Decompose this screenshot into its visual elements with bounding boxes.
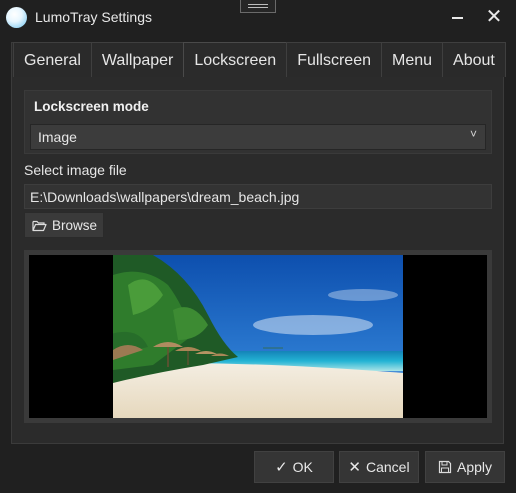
select-image-label: Select image file	[24, 162, 127, 178]
minimize-icon	[452, 17, 463, 19]
tab-lockscreen[interactable]: Lockscreen	[183, 42, 288, 78]
image-path-input[interactable]	[24, 184, 492, 209]
browse-button[interactable]: Browse	[24, 212, 104, 238]
lockscreen-mode-group: Lockscreen mode Image ˅	[24, 90, 492, 154]
image-preview-frame	[24, 250, 492, 423]
tab-menu[interactable]: Menu	[381, 42, 444, 77]
ok-button[interactable]: ✓ OK	[254, 451, 334, 483]
lockscreen-mode-heading: Lockscreen mode	[34, 99, 149, 114]
apply-label: Apply	[456, 459, 493, 475]
tab-wallpaper[interactable]: Wallpaper	[90, 42, 185, 77]
close-button[interactable]: ✕	[479, 4, 509, 30]
image-preview	[29, 255, 487, 418]
drag-handle-icon[interactable]	[240, 0, 276, 13]
lockscreen-mode-dropdown[interactable]: Image ˅	[30, 124, 486, 150]
window-title: LumoTray Settings	[35, 9, 152, 25]
ok-label: OK	[292, 459, 313, 475]
tab-about[interactable]: About	[442, 42, 506, 77]
lockscreen-mode-value: Image	[38, 129, 77, 145]
minimize-button[interactable]	[443, 4, 473, 30]
save-icon	[438, 460, 452, 474]
tab-strip: General Wallpaper Lockscreen Fullscreen …	[13, 42, 506, 78]
app-logo-icon	[6, 7, 27, 28]
close-icon: ✕	[485, 6, 503, 28]
folder-open-icon	[32, 220, 47, 231]
cancel-x-icon: ✕	[348, 459, 361, 476]
tab-general[interactable]: General	[13, 42, 92, 77]
title-bar[interactable]: LumoTray Settings ✕	[0, 0, 516, 34]
browse-label: Browse	[52, 217, 98, 233]
beach-preview-image	[113, 255, 403, 418]
chevron-down-icon: ˅	[469, 127, 477, 141]
apply-button[interactable]: Apply	[425, 451, 505, 483]
checkmark-icon: ✓	[275, 459, 288, 476]
tab-fullscreen[interactable]: Fullscreen	[286, 42, 382, 77]
cancel-button[interactable]: ✕ Cancel	[339, 451, 419, 483]
cancel-label: Cancel	[365, 459, 410, 475]
